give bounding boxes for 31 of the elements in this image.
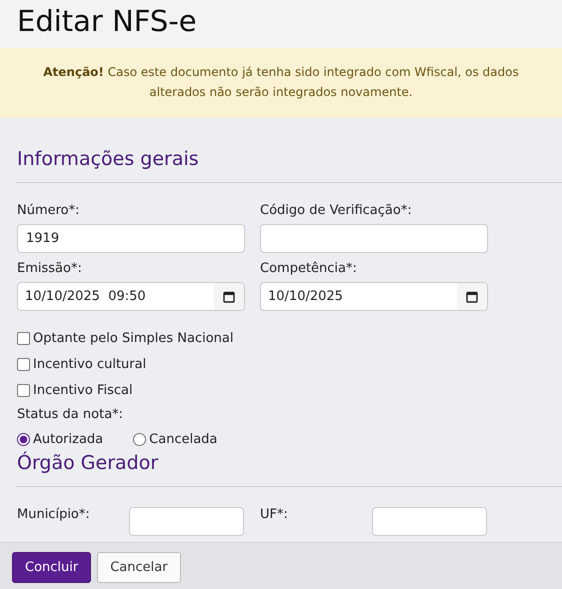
checkbox-label: Optante pelo Simples Nacional — [33, 330, 234, 346]
section-title: Órgão Gerador — [17, 452, 160, 474]
field-label: Município*: — [17, 507, 91, 524]
warning-text: Atenção! Caso este documento já tenha sido integrado com Wfiscal, os dados alterados não serão integrados novamente. — [43, 65, 519, 99]
text-field[interactable]: 1919 — [17, 224, 245, 253]
cancel-button[interactable]: Cancelar — [97, 552, 181, 582]
radio-button[interactable] — [17, 432, 30, 446]
calendar-icon[interactable] — [466, 290, 478, 302]
calendar-icon[interactable] — [223, 290, 235, 302]
text-field[interactable] — [372, 507, 487, 536]
field-label: Número*: — [17, 203, 81, 218]
date-field[interactable]: 10/10/2025 09:50 — [17, 282, 245, 311]
field-label: Emissão*: — [17, 261, 83, 276]
submit-button[interactable]: Concluir — [12, 552, 92, 582]
field-label: Competência*: — [260, 261, 358, 276]
radio-button[interactable] — [133, 432, 146, 446]
radio-label: Autorizada — [33, 432, 104, 446]
field-label: Status da nota*: — [17, 407, 124, 422]
checkbox[interactable] — [17, 332, 30, 344]
page-title: Editar NFS-e — [0, 0, 562, 48]
checkbox-label: Incentivo Fiscal — [33, 382, 133, 398]
date-field[interactable]: 10/10/2025 — [260, 282, 488, 311]
field-label: Código de Verificação*: — [260, 203, 413, 218]
text-field[interactable] — [260, 224, 488, 253]
checkbox[interactable] — [17, 384, 30, 396]
checkbox[interactable] — [17, 358, 30, 370]
checkbox-label: Incentivo cultural — [33, 356, 146, 372]
text-field[interactable] — [129, 507, 244, 536]
field-label: UF*: — [260, 507, 289, 524]
section-title: Informações gerais — [17, 148, 200, 170]
radio-label: Cancelada — [149, 432, 218, 446]
